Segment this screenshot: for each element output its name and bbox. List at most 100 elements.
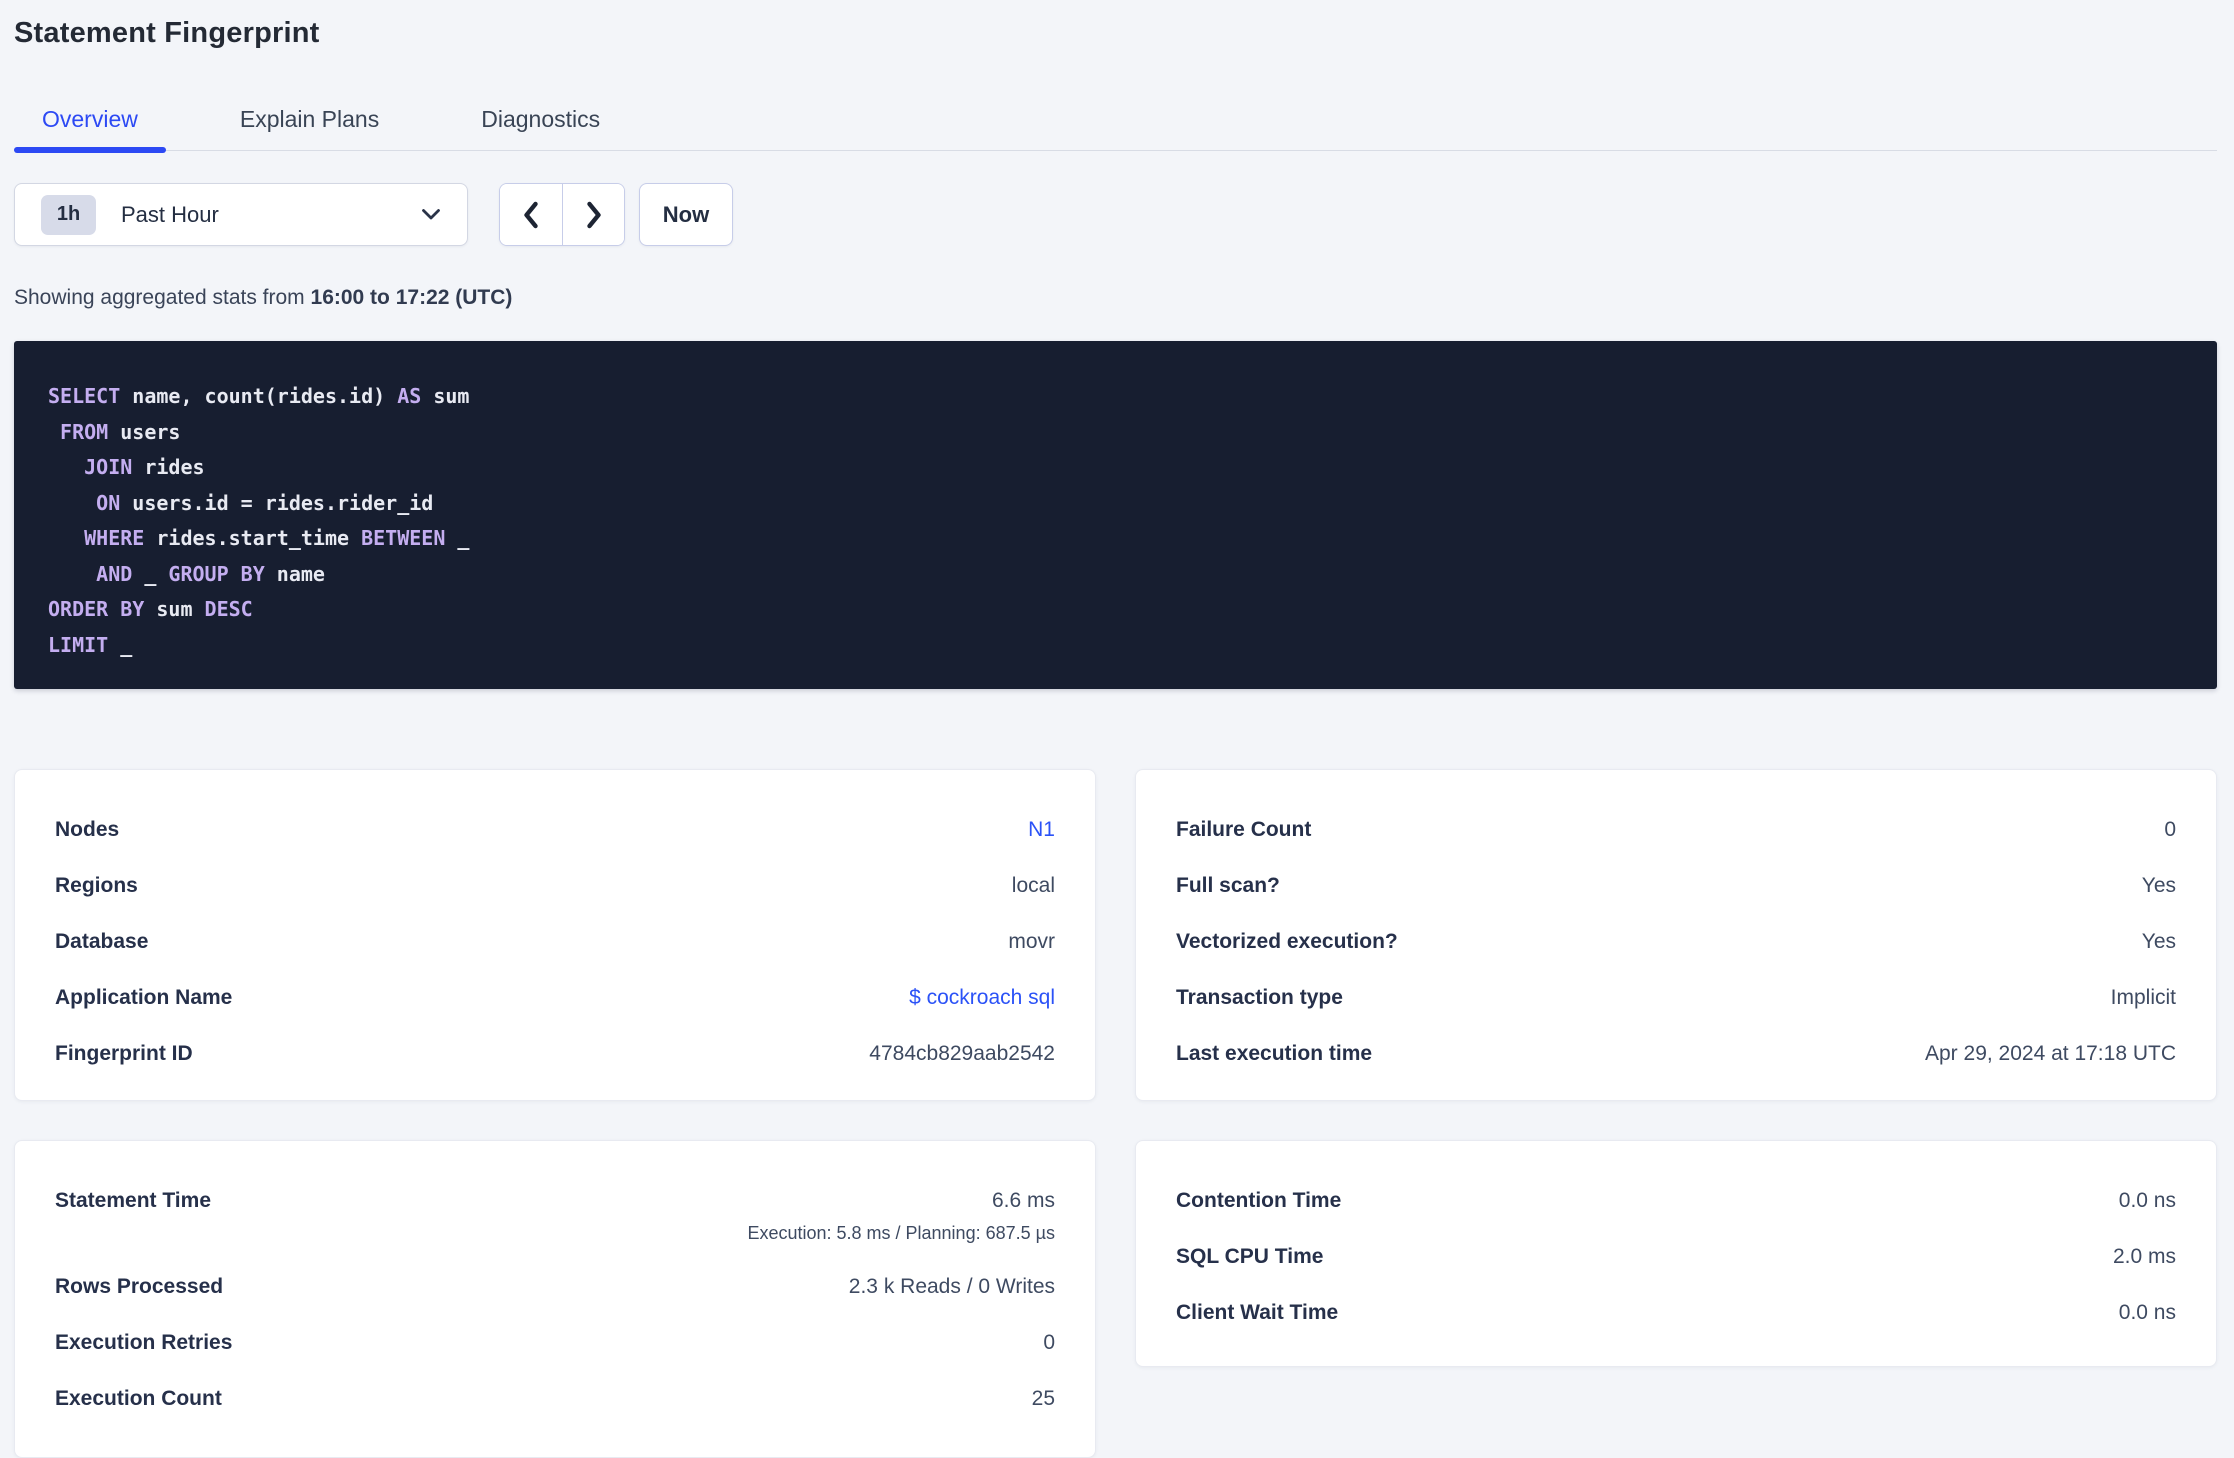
row-label: Application Name <box>55 986 233 1009</box>
tab-explain-plans[interactable]: Explain Plans <box>212 107 407 150</box>
chevron-right-icon <box>586 201 601 228</box>
sql-text: users <box>108 419 181 444</box>
row-label: Regions <box>55 874 138 897</box>
sql-keyword: GROUP BY <box>168 561 265 586</box>
row-value: Yes <box>2141 930 2176 953</box>
sql-text: name <box>264 561 325 586</box>
row-value: 4784cb829aab2542 <box>869 1042 1055 1065</box>
card-row: Database movr <box>55 931 1055 955</box>
sql-text: _ <box>132 561 169 586</box>
stats-note-prefix: Showing aggregated stats from <box>14 286 311 309</box>
prev-time-button[interactable] <box>500 184 562 245</box>
sql-keyword: FROM <box>60 419 109 444</box>
row-label: SQL CPU Time <box>1176 1245 1324 1268</box>
card-row: Fingerprint ID 4784cb829aab2542 <box>55 1043 1055 1067</box>
row-value-wrap: Yes <box>2142 931 2176 955</box>
row-value: Apr 29, 2024 at 17:18 UTC <box>1925 1042 2176 1065</box>
row-label: Rows Processed <box>55 1275 224 1298</box>
row-value-wrap: 0 <box>2164 819 2176 843</box>
row-label: Execution Retries <box>55 1331 233 1354</box>
row-label: Last execution time <box>1176 1042 1373 1065</box>
row-value-wrap: 0 <box>1043 1332 1055 1356</box>
page-title: Statement Fingerprint <box>14 17 320 49</box>
row-value-wrap: movr <box>1008 931 1055 955</box>
sql-keyword: DESC <box>204 597 253 621</box>
row-label: Nodes <box>55 818 120 841</box>
statement-fingerprint-page: Statement Fingerprint Overview Explain P… <box>0 0 2234 1458</box>
sql-keyword: BETWEEN <box>361 526 446 550</box>
row-value: 2.3 k Reads / 0 Writes <box>848 1275 1055 1298</box>
sql-keyword: AND <box>96 561 133 586</box>
row-label: Transaction type <box>1176 986 1343 1009</box>
statement-statistics-card: Statement Time 6.6 ms Execution: 5.8 ms / … <box>14 1140 1096 1458</box>
sql-keyword: LIMIT <box>48 632 109 657</box>
row-label: Fingerprint ID <box>55 1042 193 1065</box>
sql-line: FROM users <box>48 415 2183 451</box>
card-row: Client Wait Time 0.0 ns <box>1176 1302 2176 1326</box>
sql-line: AND _ GROUP BY name <box>48 557 2183 593</box>
row-label: Execution Count <box>55 1387 222 1410</box>
row-value: movr <box>1008 930 1055 953</box>
row-value: 6.6 ms <box>991 1189 1055 1212</box>
time-step-buttons <box>499 183 625 246</box>
row-value-wrap: Implicit <box>2111 987 2176 1011</box>
card-row: Regions local <box>55 875 1055 899</box>
sql-text: users.id = rides.rider_id <box>120 490 434 515</box>
time-controls: 1h Past Hour Now <box>14 183 2217 246</box>
aggregated-stats-note: Showing aggregated stats from 16:00 to 1… <box>14 285 2217 310</box>
row-label: Full scan? <box>1176 874 1280 897</box>
card-row: Vectorized execution? Yes <box>1176 931 2176 955</box>
row-value-link[interactable]: N1 <box>1028 818 1055 841</box>
row-value-wrap: $ cockroach sql <box>909 987 1055 1011</box>
row-value-wrap: 0.0 ns <box>2119 1302 2176 1326</box>
card-row: Last execution time Apr 29, 2024 at 17:18… <box>1176 1043 2176 1067</box>
sql-keyword: AS <box>397 384 422 408</box>
stats-note-range: 16:00 to 17:22 (UTC) <box>310 286 513 309</box>
row-label: Failure Count <box>1176 818 1312 841</box>
row-value-wrap: 4784cb829aab2542 <box>869 1043 1055 1067</box>
chevron-down-icon <box>422 209 440 220</box>
sql-line: LIMIT _ <box>48 628 2183 664</box>
row-value: Yes <box>2141 874 2176 897</box>
chevron-left-icon <box>524 201 538 228</box>
next-time-button[interactable] <box>562 184 624 245</box>
row-value: 2.0 ms <box>2112 1245 2176 1268</box>
row-value: Implicit <box>2110 986 2176 1009</box>
sql-text: rides <box>132 455 205 479</box>
row-label: Contention Time <box>1176 1189 1342 1212</box>
row-value: local <box>1011 874 1055 897</box>
sql-text: rides.start_time <box>144 526 362 550</box>
sql-line: ORDER BY sum DESC <box>48 592 2183 628</box>
time-range-dropdown[interactable]: 1h Past Hour <box>14 183 468 246</box>
row-value-link[interactable]: $ cockroach sql <box>909 986 1055 1009</box>
sql-text: _ <box>108 632 133 657</box>
card-row: Rows Processed 2.3 k Reads / 0 Writes <box>55 1276 1055 1300</box>
card-row: Execution Retries 0 <box>55 1332 1055 1356</box>
sql-keyword: WHERE <box>84 526 145 550</box>
card-row: Contention Time 0.0 ns <box>1176 1190 2176 1214</box>
sql-text: sum <box>144 597 205 621</box>
timings-card: Contention Time 0.0 ns SQL CPU Time 2.0 ms C… <box>1135 1140 2217 1367</box>
card-row: Full scan? Yes <box>1176 875 2176 899</box>
row-value-wrap: 0.0 ns <box>2119 1190 2176 1214</box>
sql-line: ON users.id = rides.rider_id <box>48 486 2183 522</box>
row-value-wrap: Yes <box>2142 875 2176 899</box>
row-value: 0 <box>1043 1331 1055 1354</box>
sql-line: WHERE rides.start_time BETWEEN _ <box>48 521 2183 557</box>
card-row: Execution Count 25 <box>55 1388 1055 1412</box>
row-value: 0.0 ns <box>2118 1301 2176 1324</box>
tab-overview[interactable]: Overview <box>14 107 166 153</box>
row-subvalue: Execution: 5.8 ms / Planning: 687.5 µs <box>747 1223 1055 1243</box>
card-row: Statement Time 6.6 ms Execution: 5.8 ms / … <box>55 1190 1055 1244</box>
now-button[interactable]: Now <box>639 183 733 246</box>
time-range-label: Past Hour <box>121 201 219 227</box>
tab-diagnostics[interactable]: Diagnostics <box>453 107 628 150</box>
row-label: Database <box>55 930 149 953</box>
sql-line: JOIN rides <box>48 450 2183 486</box>
row-label: Vectorized execution? <box>1176 930 1398 953</box>
